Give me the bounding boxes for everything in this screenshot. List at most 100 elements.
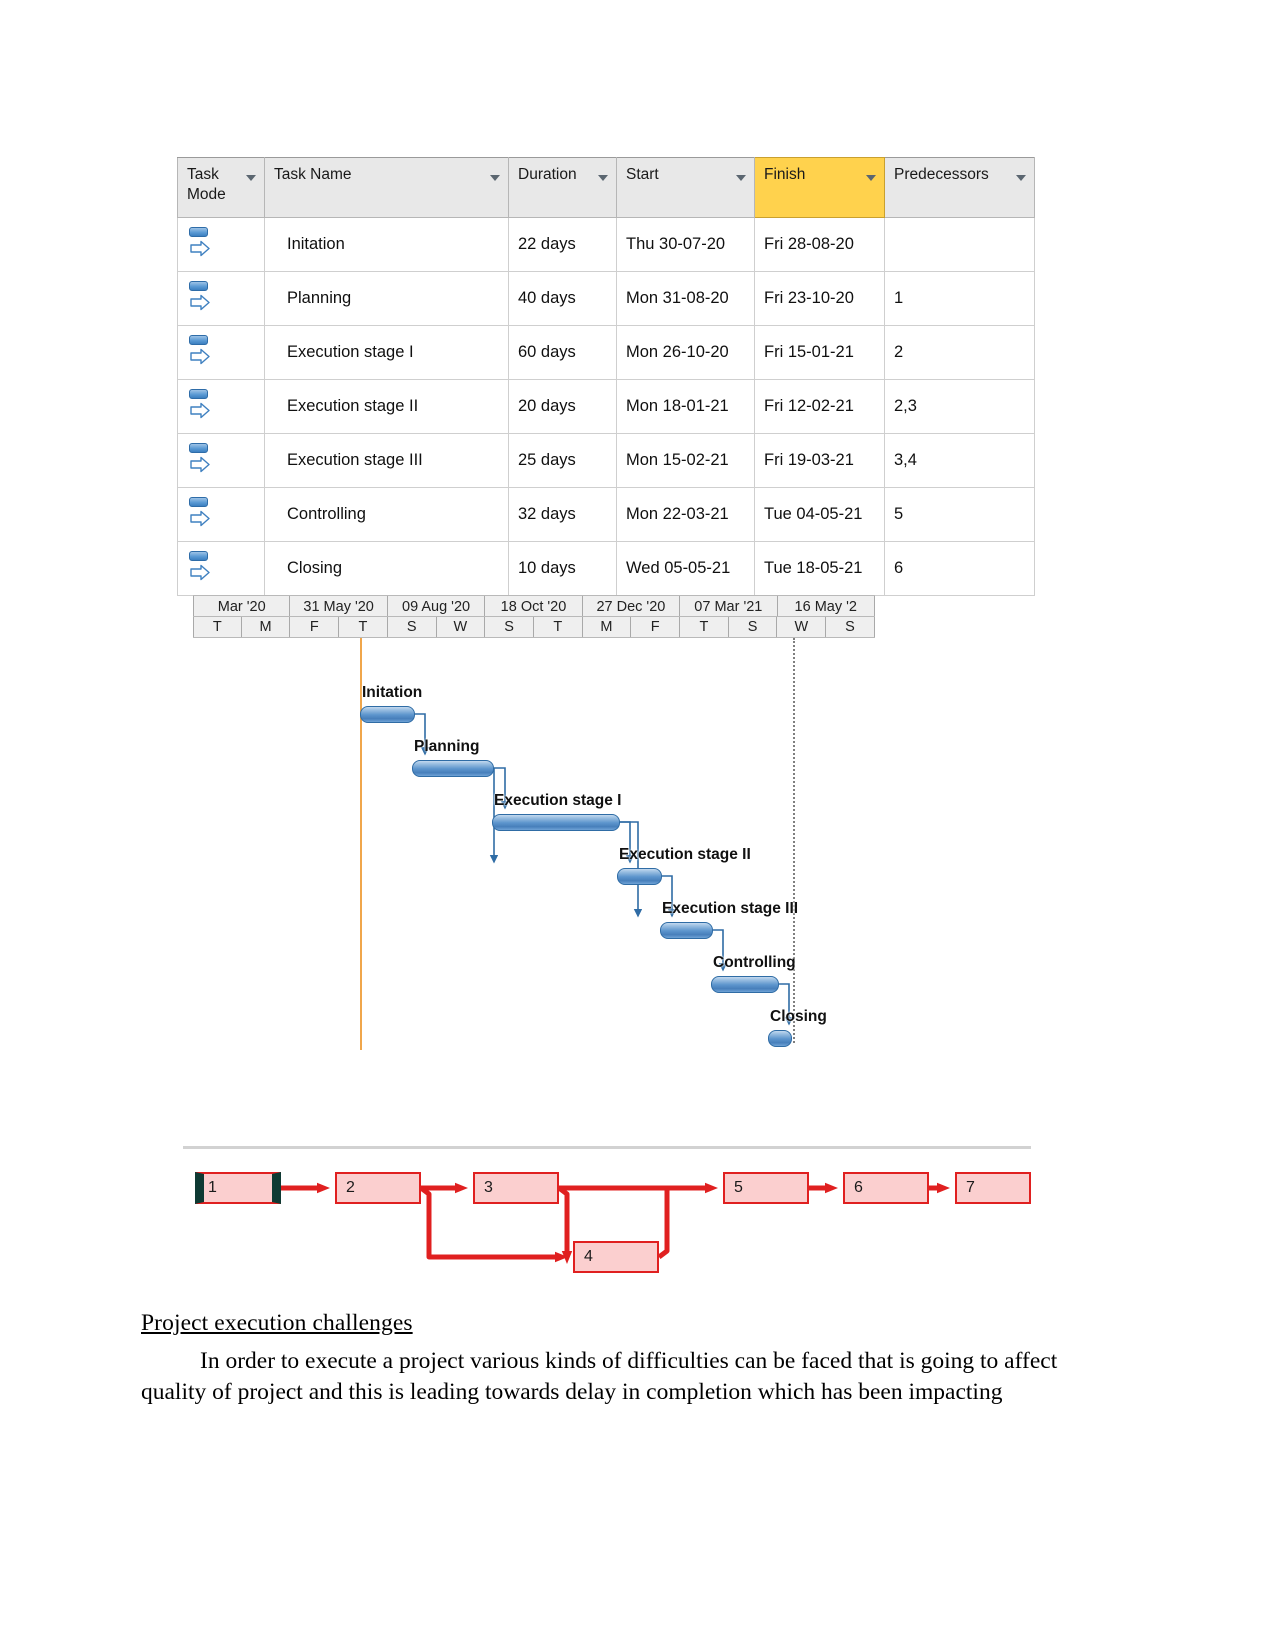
- column-header-start[interactable]: Start: [617, 158, 755, 218]
- auto-schedule-icon: [189, 335, 211, 369]
- arrow-right-icon: [190, 456, 211, 473]
- cell-task-name[interactable]: Execution stage I: [265, 326, 509, 380]
- timescale-major-cell: 09 Aug '20: [388, 596, 485, 616]
- timescale-minor-cell: S: [826, 617, 875, 637]
- chevron-down-icon[interactable]: [736, 175, 746, 181]
- table-row[interactable]: Execution stage I60 daysMon 26-10-20Fri …: [178, 326, 1035, 380]
- cell-finish[interactable]: Fri 15-01-21: [755, 326, 885, 380]
- table-row[interactable]: Closing10 daysWed 05-05-21Tue 18-05-216: [178, 542, 1035, 596]
- cell-task-name[interactable]: Initation: [265, 218, 509, 272]
- gantt-bar-label: Execution stage III: [662, 900, 798, 918]
- cell-predecessors[interactable]: 5: [885, 488, 1035, 542]
- cell-task-mode[interactable]: [178, 434, 265, 488]
- column-header-predecessors[interactable]: Predecessors: [885, 158, 1035, 218]
- timescale-minor-cell: S: [485, 617, 534, 637]
- cell-finish[interactable]: Fri 12-02-21: [755, 380, 885, 434]
- table-row[interactable]: Execution stage II20 daysMon 18-01-21Fri…: [178, 380, 1035, 434]
- cell-finish[interactable]: Fri 19-03-21: [755, 434, 885, 488]
- table-row[interactable]: Planning40 daysMon 31-08-20Fri 23-10-201: [178, 272, 1035, 326]
- timescale-major-cell: 07 Mar '21: [680, 596, 777, 616]
- table-row[interactable]: Initation22 daysThu 30-07-20Fri 28-08-20: [178, 218, 1035, 272]
- table-body: Initation22 daysThu 30-07-20Fri 28-08-20…: [178, 218, 1035, 596]
- cell-predecessors[interactable]: 6: [885, 542, 1035, 596]
- cell-duration[interactable]: 40 days: [509, 272, 617, 326]
- column-header-finish[interactable]: Finish: [755, 158, 885, 218]
- cell-duration[interactable]: 25 days: [509, 434, 617, 488]
- column-header-task-mode[interactable]: Task Mode: [178, 158, 265, 218]
- cell-duration[interactable]: 20 days: [509, 380, 617, 434]
- auto-schedule-icon: [189, 389, 211, 423]
- timescale-minor-cell: T: [534, 617, 583, 637]
- cell-task-mode[interactable]: [178, 380, 265, 434]
- cell-task-name[interactable]: Planning: [265, 272, 509, 326]
- cell-finish[interactable]: Fri 28-08-20: [755, 218, 885, 272]
- gantt-bar-label: Closing: [770, 1008, 827, 1026]
- cell-start[interactable]: Mon 15-02-21: [617, 434, 755, 488]
- cell-start[interactable]: Mon 26-10-20: [617, 326, 755, 380]
- gantt-bar[interactable]: [412, 760, 494, 777]
- cell-predecessors[interactable]: 3,4: [885, 434, 1035, 488]
- cell-task-mode[interactable]: [178, 326, 265, 380]
- network-node[interactable]: 5: [723, 1172, 809, 1204]
- cell-start[interactable]: Thu 30-07-20: [617, 218, 755, 272]
- chevron-down-icon[interactable]: [598, 175, 608, 181]
- gantt-bar[interactable]: [660, 922, 713, 939]
- cell-task-name[interactable]: Closing: [265, 542, 509, 596]
- gantt-bar[interactable]: [711, 976, 779, 993]
- column-header-label: Predecessors: [894, 165, 1028, 185]
- cell-duration[interactable]: 10 days: [509, 542, 617, 596]
- network-node[interactable]: 3: [473, 1172, 559, 1204]
- cell-predecessors[interactable]: 2,3: [885, 380, 1035, 434]
- cell-task-mode[interactable]: [178, 542, 265, 596]
- cell-start[interactable]: Mon 31-08-20: [617, 272, 755, 326]
- network-diagram: 1 2 3 4 5 67: [183, 1142, 1031, 1287]
- column-header-duration[interactable]: Duration: [509, 158, 617, 218]
- table-row[interactable]: Controlling32 daysMon 22-03-21Tue 04-05-…: [178, 488, 1035, 542]
- cell-duration[interactable]: 32 days: [509, 488, 617, 542]
- cell-predecessors[interactable]: 2: [885, 326, 1035, 380]
- column-header-label: Finish: [764, 165, 878, 185]
- cell-task-mode[interactable]: [178, 218, 265, 272]
- table-row[interactable]: Execution stage III25 daysMon 15-02-21Fr…: [178, 434, 1035, 488]
- network-node[interactable]: 4: [573, 1241, 659, 1273]
- chevron-down-icon[interactable]: [866, 175, 876, 181]
- cell-start[interactable]: Mon 18-01-21: [617, 380, 755, 434]
- cell-start[interactable]: Wed 05-05-21: [617, 542, 755, 596]
- gantt-bar[interactable]: [768, 1030, 792, 1047]
- cell-task-name[interactable]: Execution stage II: [265, 380, 509, 434]
- network-node[interactable]: 7: [955, 1172, 1031, 1204]
- column-header-task-name[interactable]: Task Name: [265, 158, 509, 218]
- auto-schedule-icon: [189, 281, 211, 315]
- chevron-down-icon[interactable]: [1016, 175, 1026, 181]
- gantt-bar[interactable]: [360, 706, 415, 723]
- timescale-minor-cell: T: [339, 617, 388, 637]
- network-node[interactable]: 1: [195, 1172, 281, 1204]
- timescale-minor-cell: S: [388, 617, 437, 637]
- cell-start[interactable]: Mon 22-03-21: [617, 488, 755, 542]
- cell-task-mode[interactable]: [178, 272, 265, 326]
- cell-duration[interactable]: 22 days: [509, 218, 617, 272]
- network-node[interactable]: 2: [335, 1172, 421, 1204]
- document-text-block: Project execution challenges In order to…: [141, 1310, 1073, 1407]
- cell-task-mode[interactable]: [178, 488, 265, 542]
- gantt-bar[interactable]: [492, 814, 620, 831]
- cell-finish[interactable]: Tue 18-05-21: [755, 542, 885, 596]
- timescale-major-cell: 31 May '20: [290, 596, 387, 616]
- cell-task-name[interactable]: Execution stage III: [265, 434, 509, 488]
- cell-finish[interactable]: Tue 04-05-21: [755, 488, 885, 542]
- table-header-row: Task Mode Task Name Duration Start Finis…: [178, 158, 1035, 218]
- cell-predecessors[interactable]: 1: [885, 272, 1035, 326]
- gantt-bar[interactable]: [617, 868, 662, 885]
- network-node[interactable]: 6: [843, 1172, 929, 1204]
- chevron-down-icon[interactable]: [246, 175, 256, 181]
- gantt-chart: Mar '2031 May '2009 Aug '2018 Oct '2027 …: [193, 595, 875, 1050]
- timescale-minor-cell: F: [631, 617, 680, 637]
- cell-finish[interactable]: Fri 23-10-20: [755, 272, 885, 326]
- gantt-timescale-minor: TMFTSWSTMFTSWS: [193, 617, 875, 638]
- cell-duration[interactable]: 60 days: [509, 326, 617, 380]
- cell-task-name[interactable]: Controlling: [265, 488, 509, 542]
- cell-predecessors[interactable]: [885, 218, 1035, 272]
- auto-schedule-icon: [189, 497, 211, 531]
- arrow-right-icon: [190, 402, 211, 419]
- chevron-down-icon[interactable]: [490, 175, 500, 181]
